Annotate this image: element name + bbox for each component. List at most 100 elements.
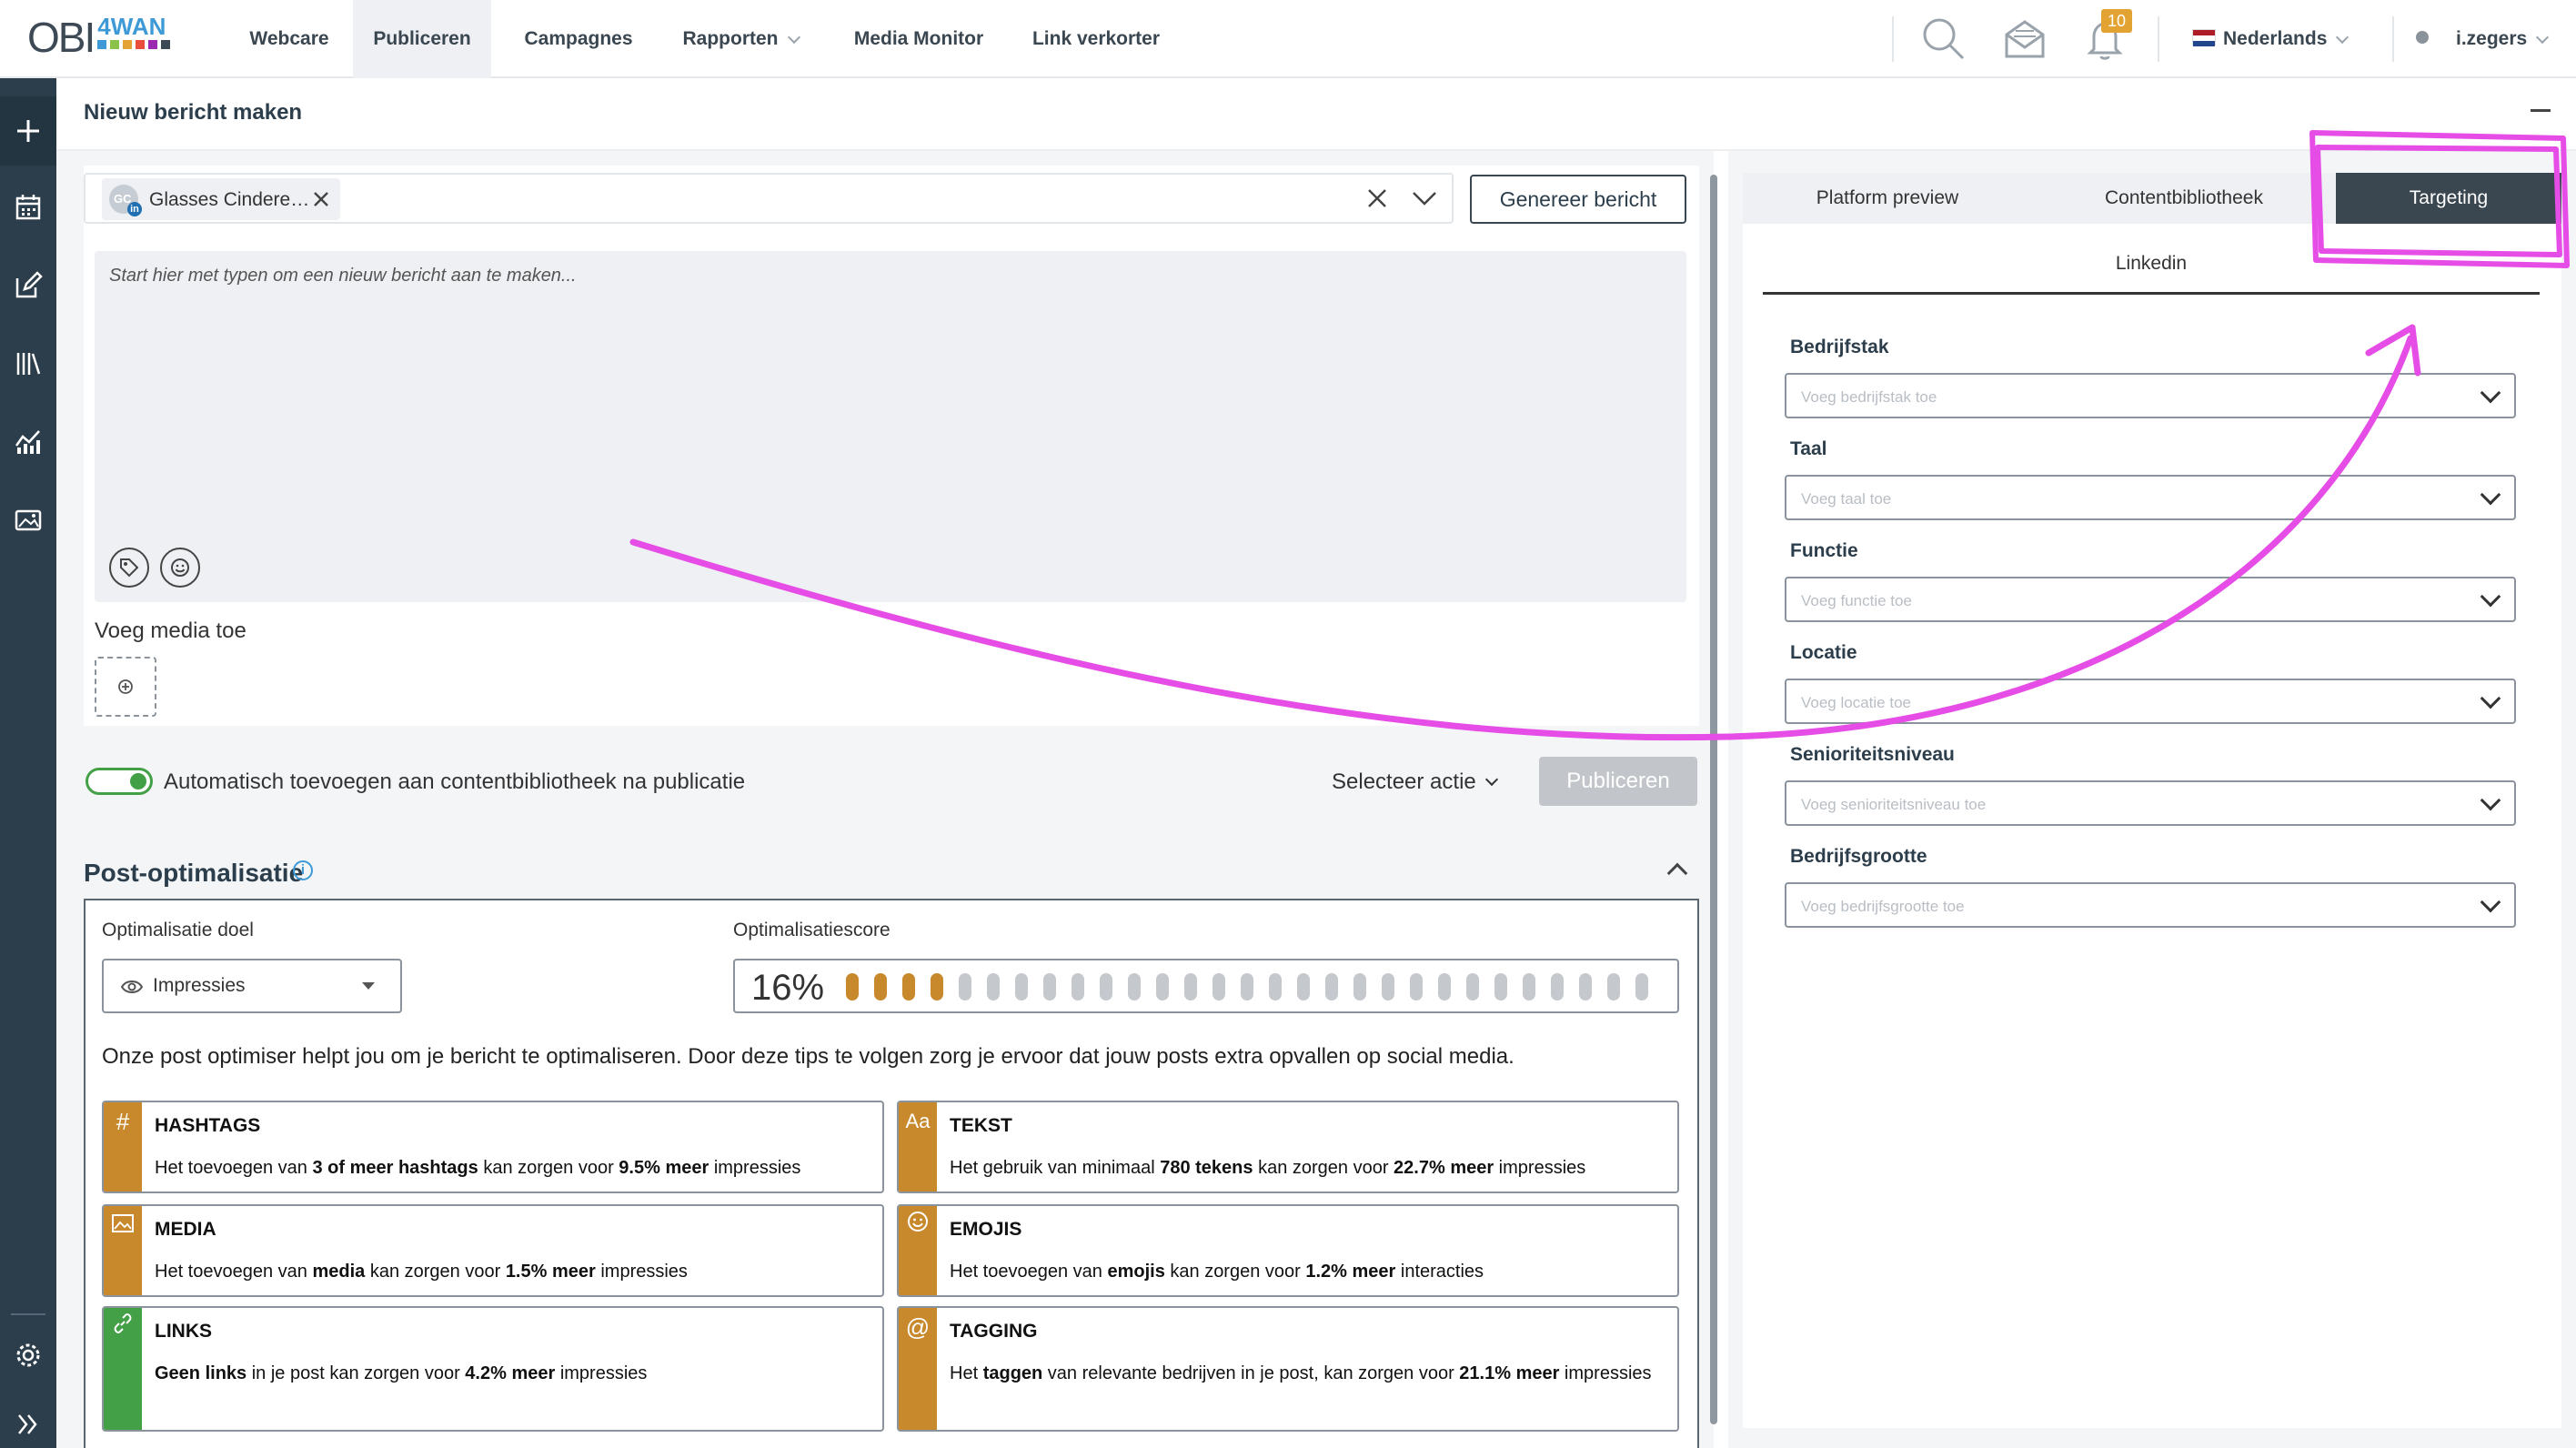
user-menu[interactable]: i.zegers xyxy=(2456,0,2571,78)
field-select-locatie[interactable]: Voeg locatie toe xyxy=(1785,679,2516,724)
logo-dot xyxy=(123,40,133,49)
tip-text: Het gebruik van minimaal xyxy=(950,1158,1161,1178)
clear-accounts-icon[interactable] xyxy=(1366,187,1388,209)
expand-sidebar-icon[interactable] xyxy=(12,1408,45,1441)
score-segment-empty xyxy=(1635,973,1648,1001)
chevron-down-icon[interactable] xyxy=(1412,189,1437,207)
tab-targeting[interactable]: Targeting xyxy=(2336,173,2561,224)
add-media-button[interactable] xyxy=(95,657,156,717)
auto-add-toggle[interactable] xyxy=(86,768,153,795)
media-monitor-icon[interactable] xyxy=(12,504,45,537)
score-segment-empty xyxy=(1353,973,1366,1001)
score-segment-empty xyxy=(1466,973,1479,1001)
info-icon[interactable]: i xyxy=(293,860,313,880)
calendar-icon[interactable] xyxy=(12,191,45,224)
score-segment-empty xyxy=(1015,973,1028,1001)
page-header: Nieuw bericht maken xyxy=(56,78,2576,151)
field-label-senioriteitsniveau: Senioriteitsniveau xyxy=(1790,744,1955,765)
remove-account-icon[interactable] xyxy=(313,191,329,207)
score-segment-empty xyxy=(1184,973,1197,1001)
field-label-locatie: Locatie xyxy=(1790,642,1857,663)
tab-contentbibliotheek[interactable]: Contentbibliotheek xyxy=(2032,173,2336,224)
tip-highlight: 1.5% meer xyxy=(505,1262,596,1282)
nav-campagnes[interactable]: Campagnes xyxy=(506,0,651,78)
gear-icon[interactable] xyxy=(12,1339,45,1372)
chevron-down-icon xyxy=(2480,688,2501,709)
score-segment-filled xyxy=(846,973,859,1001)
generate-message-button[interactable]: Genereer bericht xyxy=(1470,175,1686,224)
score-label: Optimalisatiescore xyxy=(733,920,891,940)
tip-color-bar xyxy=(104,1206,142,1295)
tag-icon xyxy=(120,558,139,578)
tip-card-links: LINKS Geen links in je post kan zorgen vo… xyxy=(102,1306,884,1432)
linkedin-icon: in xyxy=(127,202,142,216)
tip-highlight: emojis xyxy=(1107,1262,1165,1282)
score-segment-empty xyxy=(1297,973,1310,1001)
nav-media-monitor[interactable]: Media Monitor xyxy=(839,0,999,78)
field-select-bedrijfsgrootte[interactable]: Voeg bedrijfsgrootte toe xyxy=(1785,882,2516,928)
tip-highlight: 1.2% meer xyxy=(1305,1262,1396,1282)
score-segment-empty xyxy=(1382,973,1394,1001)
tip-text: in je post kan zorgen voor xyxy=(247,1363,466,1383)
message-editor[interactable]: Start hier met typen om een nieuw berich… xyxy=(95,251,1686,602)
logo-text: OBI xyxy=(27,14,96,61)
account-chip[interactable]: GC in Glasses Cindere… xyxy=(102,178,340,220)
username: i.zegers xyxy=(2456,28,2528,49)
tip-title: MEDIA xyxy=(155,1219,216,1240)
score-segment-empty xyxy=(1043,973,1056,1001)
tip-highlight: 4.2% meer xyxy=(465,1363,556,1383)
chevron-down-icon xyxy=(2480,586,2501,608)
field-label-bedrijfsgrootte: Bedrijfsgrootte xyxy=(1790,846,1927,867)
publish-button[interactable]: Publiceren xyxy=(1539,757,1697,806)
logo-dot xyxy=(97,40,107,49)
eye-icon xyxy=(120,980,144,993)
field-select-bedrijfstak[interactable]: Voeg bedrijfstak toe xyxy=(1785,373,2516,418)
scrollbar[interactable] xyxy=(1710,175,1717,1424)
tip-text: Het toevoegen van xyxy=(155,1262,313,1282)
plus-icon xyxy=(17,120,39,142)
tab-linkedin[interactable]: Linkedin xyxy=(1763,253,2540,295)
obi4wan-logo[interactable]: OBI 4WAN xyxy=(27,13,171,61)
score-segment-empty xyxy=(1494,973,1507,1001)
score-percentage: 16% xyxy=(751,968,825,1008)
notification-badge: 10 xyxy=(2101,9,2132,33)
dutch-flag-icon xyxy=(2192,29,2216,46)
inbox-icon[interactable] xyxy=(1999,13,2050,64)
field-select-senioriteitsniveau[interactable]: Voeg senioriteitsniveau toe xyxy=(1785,780,2516,826)
language-label: Nederlands xyxy=(2223,28,2328,49)
nav-publiceren[interactable]: Publiceren xyxy=(353,0,491,78)
field-placeholder: Voeg locatie toe xyxy=(1801,694,1911,711)
edit-icon[interactable] xyxy=(12,269,45,302)
library-icon[interactable] xyxy=(12,347,45,380)
nav-link-verkorter[interactable]: Link verkorter xyxy=(1021,0,1172,78)
chevron-down-icon xyxy=(787,30,800,44)
analytics-icon[interactable] xyxy=(12,426,45,458)
emoji-button[interactable] xyxy=(160,548,200,588)
nav-rapporten[interactable]: Rapporten xyxy=(668,0,813,78)
field-placeholder: Voeg taal toe xyxy=(1801,490,1892,508)
nav-webcare[interactable]: Webcare xyxy=(229,0,349,78)
tip-card-hashtags: # HASHTAGS Het toevoegen van 3 of meer has… xyxy=(102,1101,884,1193)
goal-select[interactable]: Impressies xyxy=(102,959,402,1013)
post-optimization-title: Post-optimalisatie xyxy=(84,859,304,887)
logo-subtext: 4WAN xyxy=(97,13,166,40)
score-segment-empty xyxy=(1438,973,1451,1001)
divider xyxy=(2392,16,2394,62)
field-label-bedrijfstak: Bedrijfstak xyxy=(1790,337,1889,357)
tip-text: Het toevoegen van xyxy=(950,1262,1108,1282)
tag-button[interactable] xyxy=(109,548,149,588)
select-action-dropdown[interactable]: Selecteer actie xyxy=(1332,769,1498,795)
new-post-button[interactable] xyxy=(0,96,56,166)
tip-title: HASHTAGS xyxy=(155,1115,261,1136)
field-select-functie[interactable]: Voeg functie toe xyxy=(1785,577,2516,622)
nav-label: Campagnes xyxy=(524,28,633,49)
field-label-functie: Functie xyxy=(1790,540,1858,561)
tip-highlight: 3 of meer hashtags xyxy=(312,1158,478,1178)
tip-text: van relevante bedrijven in je post, kan … xyxy=(1042,1363,1460,1383)
minimize-icon[interactable] xyxy=(2531,109,2551,112)
tab-platform-preview[interactable]: Platform preview xyxy=(1743,173,2032,224)
search-icon[interactable] xyxy=(1917,13,1968,64)
nav-label: Webcare xyxy=(249,28,329,49)
field-select-taal[interactable]: Voeg taal toe xyxy=(1785,475,2516,520)
language-selector[interactable]: Nederlands xyxy=(2223,0,2369,78)
